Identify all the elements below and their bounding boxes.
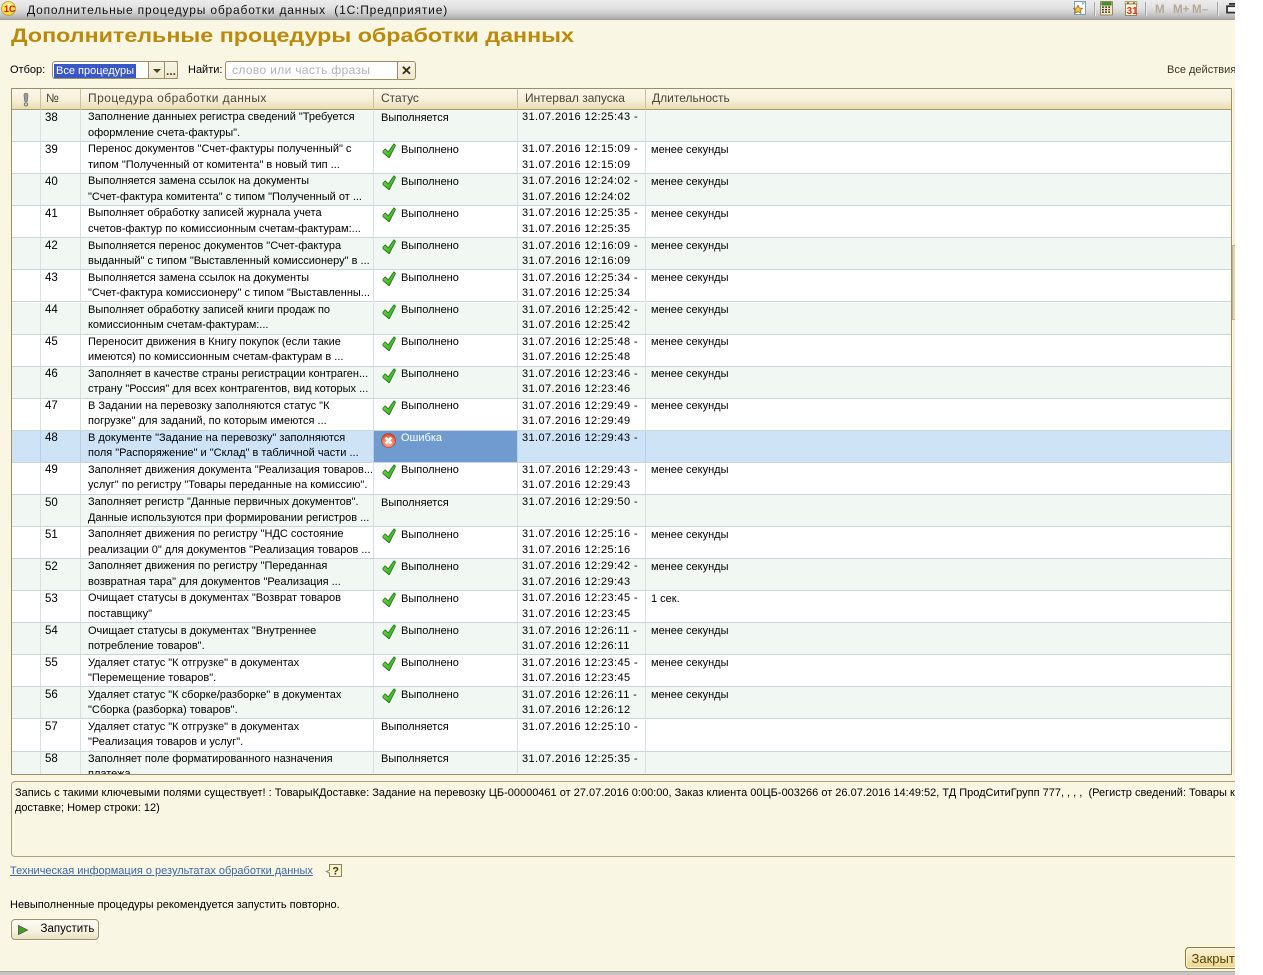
- svg-text:1С: 1С: [4, 4, 16, 14]
- svg-text:31: 31: [1127, 6, 1138, 16]
- svg-text:?: ?: [332, 865, 339, 877]
